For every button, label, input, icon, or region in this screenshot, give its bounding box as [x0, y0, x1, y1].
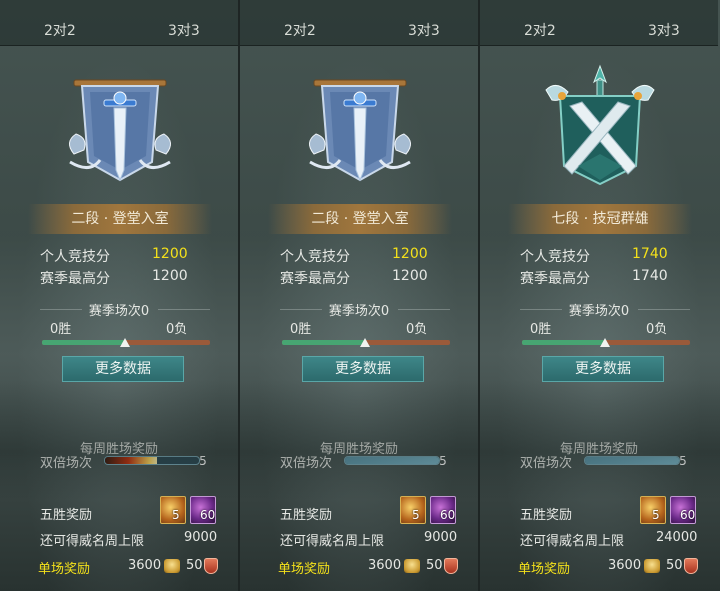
- best-value: 1200: [152, 268, 188, 284]
- win-ratio-fill: [522, 340, 606, 345]
- single-reward-label: 单场奖励: [518, 562, 571, 577]
- coin-icon: [404, 559, 420, 573]
- more-data-button[interactable]: 更多数据: [542, 356, 664, 382]
- more-data-button[interactable]: 更多数据: [62, 356, 184, 382]
- score-label: 个人竞技分: [280, 249, 350, 265]
- win-ratio-fill: [42, 340, 126, 345]
- coin-amount: 3600: [368, 558, 402, 573]
- arena-stage: 2对2 3对3 二段 · 登堂入室 个人竞技分 1200 赛季最高分 1200 …: [0, 0, 720, 591]
- five-win-label: 五胜奖励: [40, 508, 93, 523]
- best-value: 1740: [632, 268, 668, 284]
- rank-title: 二段 · 登堂入室: [28, 204, 212, 234]
- best-label: 赛季最高分: [40, 271, 110, 287]
- losses-count: 0负: [646, 322, 668, 337]
- weekly-cap-value: 9000: [424, 530, 458, 545]
- five-win-label: 五胜奖励: [520, 508, 573, 523]
- reward-chest-qty: 5: [652, 508, 660, 522]
- double-matches-label: 双倍场次: [520, 456, 573, 471]
- double-matches-cap: 5: [670, 451, 696, 471]
- reward-gem-qty: 60: [200, 508, 216, 522]
- honor-shield-icon: [444, 558, 458, 574]
- coin-icon: [644, 559, 660, 573]
- tab-3v3[interactable]: 3对3: [648, 20, 680, 40]
- best-label: 赛季最高分: [280, 271, 350, 287]
- score-value: 1740: [632, 246, 668, 262]
- mode-tabs: 2对2 3对3: [0, 0, 238, 46]
- tab-2v2[interactable]: 2对2: [44, 20, 76, 40]
- season-matches: 赛季场次0: [328, 304, 390, 319]
- coin-amount: 3600: [608, 558, 642, 573]
- weekly-cap-value: 24000: [656, 530, 698, 545]
- coin-icon: [164, 559, 180, 573]
- honor-shield-icon: [684, 558, 698, 574]
- weekly-cap-label: 还可得威名周上限: [280, 534, 385, 549]
- arena-panel-3: 2对2 3对3 七段 · 技冠群雄 个人竞技分 1740 赛季最高分 1740 …: [480, 0, 720, 591]
- tab-2v2[interactable]: 2对2: [524, 20, 556, 40]
- more-data-button[interactable]: 更多数据: [302, 356, 424, 382]
- mode-tabs: 2对2 3对3: [240, 0, 478, 46]
- rank-title: 七段 · 技冠群雄: [508, 204, 692, 234]
- weekly-cap-label: 还可得威名周上限: [40, 534, 145, 549]
- ratio-marker-icon: [120, 338, 130, 347]
- mode-tabs: 2对2 3对3: [480, 0, 718, 46]
- wins-count: 0胜: [290, 322, 312, 337]
- single-reward-label: 单场奖励: [38, 562, 91, 577]
- reward-chest-qty: 5: [412, 508, 420, 522]
- crossed-swords-crest-icon: [545, 64, 655, 186]
- banner-sword-icon: [69, 79, 171, 182]
- score-value: 1200: [152, 246, 188, 262]
- honor-shield-icon: [204, 558, 218, 574]
- arena-panel-1: 2对2 3对3 二段 · 登堂入室 个人竞技分 1200 赛季最高分 1200 …: [0, 0, 240, 591]
- best-value: 1200: [392, 268, 428, 284]
- banner-sword-icon: [309, 79, 411, 182]
- score-label: 个人竞技分: [40, 249, 110, 265]
- double-matches-cap: 5: [430, 451, 456, 471]
- double-matches-label: 双倍场次: [280, 456, 333, 471]
- win-ratio-fill: [282, 340, 366, 345]
- ratio-marker-icon: [600, 338, 610, 347]
- double-matches-bar: [104, 456, 200, 465]
- honor-amount: 50: [426, 558, 443, 573]
- wins-count: 0胜: [530, 322, 552, 337]
- season-matches: 赛季场次0: [568, 304, 630, 319]
- honor-amount: 50: [186, 558, 203, 573]
- losses-count: 0负: [406, 322, 428, 337]
- reward-chest-qty: 5: [172, 508, 180, 522]
- tab-2v2[interactable]: 2对2: [284, 20, 316, 40]
- weekly-cap-value: 9000: [184, 530, 218, 545]
- rank-title: 二段 · 登堂入室: [268, 204, 452, 234]
- double-matches-cap: 5: [190, 451, 216, 471]
- reward-gem-qty: 60: [680, 508, 696, 522]
- score-value: 1200: [392, 246, 428, 262]
- losses-count: 0负: [166, 322, 188, 337]
- tab-3v3[interactable]: 3对3: [168, 20, 200, 40]
- double-matches-fill: [345, 457, 439, 464]
- double-matches-fill: [105, 457, 157, 464]
- wins-count: 0胜: [50, 322, 72, 337]
- five-win-label: 五胜奖励: [280, 508, 333, 523]
- score-label: 个人竞技分: [520, 249, 590, 265]
- weekly-cap-label: 还可得威名周上限: [520, 534, 625, 549]
- double-matches-fill: [585, 457, 679, 464]
- double-matches-bar: [584, 456, 680, 465]
- tab-3v3[interactable]: 3对3: [408, 20, 440, 40]
- double-matches-label: 双倍场次: [40, 456, 93, 471]
- double-matches-bar: [344, 456, 440, 465]
- single-reward-label: 单场奖励: [278, 562, 331, 577]
- arena-panel-2: 2对2 3对3 二段 · 登堂入室 个人竞技分 1200 赛季最高分 1200 …: [240, 0, 480, 591]
- best-label: 赛季最高分: [520, 271, 590, 287]
- coin-amount: 3600: [128, 558, 162, 573]
- honor-amount: 50: [666, 558, 683, 573]
- ratio-marker-icon: [360, 338, 370, 347]
- reward-gem-qty: 60: [440, 508, 456, 522]
- season-matches: 赛季场次0: [88, 304, 150, 319]
